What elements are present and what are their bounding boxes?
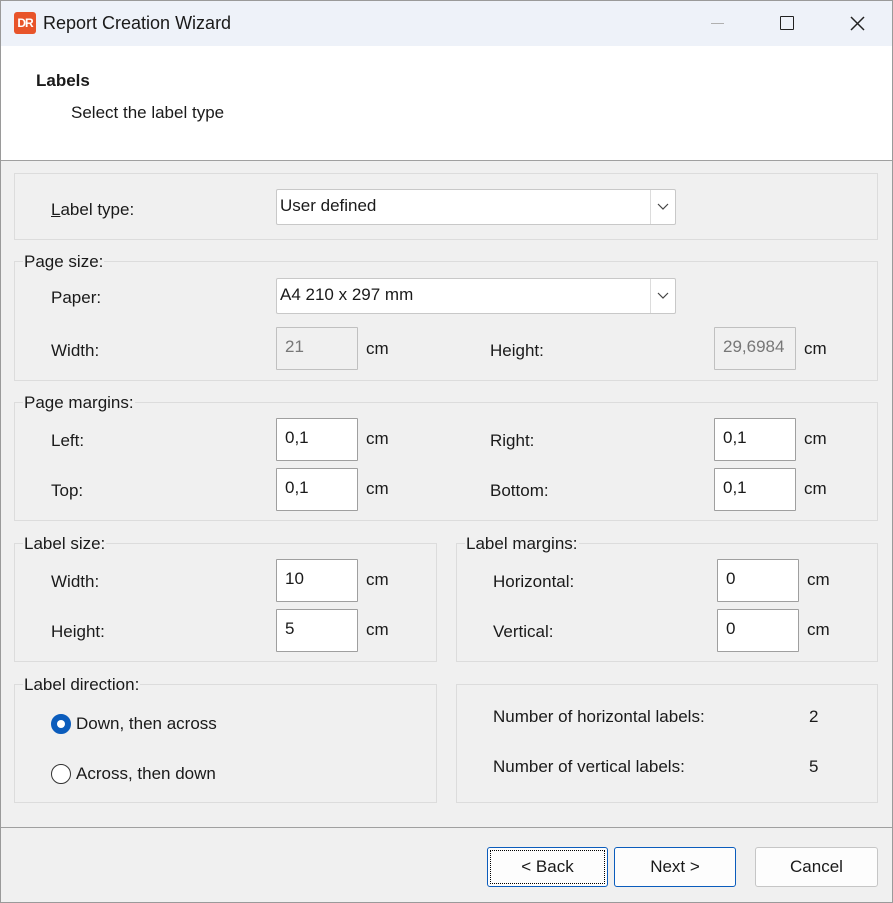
label-count-summary-group: Number of horizontal labels: 2 Number of… — [456, 684, 878, 803]
label-type-label-rest: abel type: — [60, 200, 135, 219]
close-icon — [850, 16, 865, 31]
label-margin-horizontal-field[interactable]: 0 — [717, 559, 799, 602]
page-size-group: Page size: Paper: A4 210 x 297 mm Width:… — [14, 253, 878, 381]
page-size-group-label: Page size: — [23, 252, 105, 271]
radio-across-then-down-label: Across, then down — [76, 764, 216, 783]
label-margin-vertical-label: Vertical: — [493, 622, 554, 641]
label-margins-group: Label margins: Horizontal: 0 cm Vertical… — [456, 535, 878, 662]
label-direction-group: Label direction: Down, then across Acros… — [14, 676, 437, 803]
close-button[interactable] — [822, 1, 892, 46]
margin-top-value: 0,1 — [285, 478, 309, 497]
radio-down-then-across[interactable]: Down, then across — [51, 713, 251, 737]
margin-left-unit: cm — [366, 429, 389, 448]
page-height-value: 29,6984 — [723, 337, 785, 356]
page-margins-group-label: Page margins: — [23, 393, 135, 412]
label-margin-vertical-unit: cm — [807, 620, 830, 639]
maximize-button[interactable] — [752, 1, 822, 46]
paper-dropdown[interactable]: A4 210 x 297 mm — [276, 278, 676, 314]
paper-dropdown-arrow[interactable] — [650, 279, 675, 313]
paper-value: A4 210 x 297 mm — [280, 285, 414, 304]
label-direction-group-label: Label direction: — [23, 675, 141, 694]
label-size-group-label: Label size: — [23, 534, 107, 553]
wizard-window: DR Report Creation Wizard Labels Select … — [0, 0, 893, 903]
label-type-value: User defined — [280, 196, 377, 215]
title-bar: DR Report Creation Wizard — [1, 1, 892, 46]
radio-unchecked-icon[interactable] — [51, 764, 71, 784]
chevron-down-icon — [657, 292, 669, 299]
page-subtitle: Select the label type — [71, 103, 225, 122]
margin-top-field[interactable]: 0,1 — [276, 468, 358, 511]
page-height-unit: cm — [804, 339, 827, 358]
label-type-label: Label type: — [51, 200, 135, 219]
label-type-group: Label type: User defined — [14, 173, 878, 240]
cancel-button[interactable]: Cancel — [755, 847, 878, 887]
label-height-field[interactable]: 5 — [276, 609, 358, 652]
vertical-labels-count-value: 5 — [809, 757, 819, 776]
label-type-dropdown-arrow[interactable] — [650, 190, 675, 224]
label-height-label: Height: — [51, 622, 105, 641]
label-width-value: 10 — [285, 569, 304, 588]
label-margins-group-label: Label margins: — [465, 534, 579, 553]
back-button[interactable]: < Back — [487, 847, 608, 887]
page-height-label: Height: — [490, 341, 544, 360]
app-logo-icon: DR — [14, 12, 36, 34]
wizard-header: Labels Select the label type — [1, 46, 892, 161]
margin-right-field[interactable]: 0,1 — [714, 418, 796, 461]
page-height-field: 29,6984 — [714, 327, 796, 370]
margin-right-label: Right: — [490, 431, 535, 450]
minimize-button[interactable] — [682, 1, 752, 46]
chevron-down-icon — [657, 203, 669, 210]
paper-label: Paper: — [51, 288, 102, 307]
label-type-dropdown[interactable]: User defined — [276, 189, 676, 225]
label-width-label: Width: — [51, 572, 100, 591]
label-margin-horizontal-value: 0 — [726, 569, 736, 588]
label-height-unit: cm — [366, 620, 389, 639]
label-margin-horizontal-unit: cm — [807, 570, 830, 589]
page-width-value: 21 — [285, 337, 304, 356]
margin-bottom-label: Bottom: — [490, 481, 549, 500]
margin-right-unit: cm — [804, 429, 827, 448]
radio-checked-icon[interactable] — [51, 714, 71, 734]
margin-bottom-value: 0,1 — [723, 478, 747, 497]
window-title: Report Creation Wizard — [43, 13, 232, 33]
page-width-unit: cm — [366, 339, 389, 358]
label-height-value: 5 — [285, 619, 295, 638]
vertical-labels-count-label: Number of vertical labels: — [493, 757, 685, 776]
radio-across-then-down[interactable]: Across, then down — [51, 763, 251, 787]
next-button[interactable]: Next > — [614, 847, 736, 887]
label-size-group: Label size: Width: 10 cm Height: 5 cm — [14, 535, 437, 662]
margin-bottom-field[interactable]: 0,1 — [714, 468, 796, 511]
page-width-label: Width: — [51, 341, 100, 360]
label-width-unit: cm — [366, 570, 389, 589]
margin-top-label: Top: — [51, 481, 84, 500]
margin-bottom-unit: cm — [804, 479, 827, 498]
label-margin-vertical-field[interactable]: 0 — [717, 609, 799, 652]
page-margins-group: Page margins: Left: 0,1 cm Right: 0,1 cm… — [14, 394, 878, 521]
radio-down-then-across-label: Down, then across — [76, 714, 217, 733]
horizontal-labels-count-label: Number of horizontal labels: — [493, 707, 705, 726]
margin-top-unit: cm — [366, 479, 389, 498]
horizontal-labels-count-value: 2 — [809, 707, 819, 726]
margin-right-value: 0,1 — [723, 428, 747, 447]
footer-divider — [1, 827, 892, 828]
page-title: Labels — [36, 71, 90, 90]
label-margin-vertical-value: 0 — [726, 619, 736, 638]
label-margin-horizontal-label: Horizontal: — [493, 572, 575, 591]
label-width-field[interactable]: 10 — [276, 559, 358, 602]
margin-left-label: Left: — [51, 431, 85, 450]
margin-left-value: 0,1 — [285, 428, 309, 447]
page-width-field: 21 — [276, 327, 358, 370]
margin-left-field[interactable]: 0,1 — [276, 418, 358, 461]
